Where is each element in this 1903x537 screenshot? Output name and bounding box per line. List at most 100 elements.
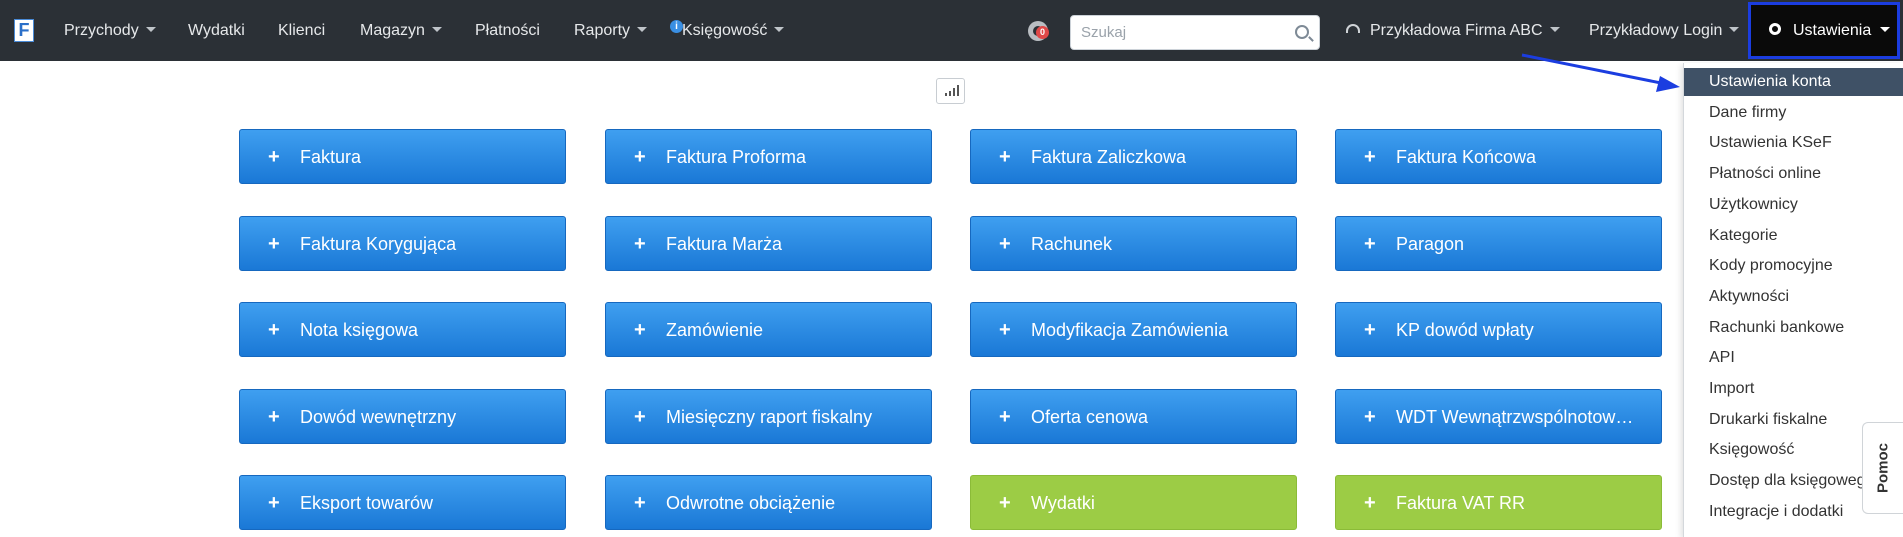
tile-label: Faktura VAT RR bbox=[1396, 493, 1526, 513]
tile-label: Faktura Proforma bbox=[666, 147, 807, 167]
chevron-down-icon bbox=[145, 27, 156, 33]
new-document-tile[interactable]: + Zamówienie bbox=[605, 302, 932, 357]
new-document-tile[interactable]: + Rachunek bbox=[970, 216, 1297, 271]
nav-ksiegowosc[interactable]: Księgowość bbox=[682, 0, 785, 61]
search-box bbox=[1070, 15, 1320, 50]
plus-icon: + bbox=[268, 406, 280, 428]
chevron-down-icon bbox=[431, 27, 442, 33]
new-document-tile[interactable]: + Dowód wewnętrzny bbox=[239, 389, 566, 444]
signal-bar-icon bbox=[945, 93, 947, 96]
search-icon[interactable] bbox=[1295, 25, 1309, 39]
tile-label: Nota księgowa bbox=[300, 320, 419, 340]
signal-toggle-button[interactable] bbox=[936, 78, 965, 104]
nav-magazyn[interactable]: Magazyn bbox=[360, 0, 442, 61]
nav-platnosci[interactable]: Płatności bbox=[475, 0, 540, 61]
tile-label: Faktura Końcowa bbox=[1396, 147, 1537, 167]
settings-menu-item[interactable]: Dane firmy bbox=[1684, 99, 1903, 127]
tile-label: Rachunek bbox=[1031, 234, 1113, 254]
tile-label: Faktura bbox=[300, 147, 362, 167]
plus-icon: + bbox=[999, 492, 1011, 514]
settings-menu-item[interactable]: Kategorie bbox=[1684, 222, 1903, 250]
plus-icon: + bbox=[634, 233, 646, 255]
plus-icon: + bbox=[1364, 146, 1376, 168]
settings-menu-item[interactable]: Kody promocyjne bbox=[1684, 252, 1903, 280]
signal-bar-icon bbox=[949, 91, 951, 96]
search-input[interactable] bbox=[1081, 16, 1281, 49]
login-menu[interactable]: Przykładowy Login bbox=[1589, 0, 1740, 61]
tile-label: Odwrotne obciążenie bbox=[666, 493, 836, 513]
plus-icon: + bbox=[999, 233, 1011, 255]
settings-menu-item[interactable]: Ustawienia konta bbox=[1684, 68, 1903, 96]
new-document-tile[interactable]: + Faktura bbox=[239, 129, 566, 184]
new-document-tile[interactable]: + Faktura Marża bbox=[605, 216, 932, 271]
chevron-down-icon bbox=[1729, 27, 1740, 33]
dashboard-icon bbox=[1346, 24, 1360, 34]
new-document-tile[interactable]: + KP dowód wpłaty bbox=[1335, 302, 1662, 357]
chevron-down-icon bbox=[637, 27, 648, 33]
company-selector[interactable]: Przykładowa Firma ABC bbox=[1346, 0, 1560, 61]
app-logo[interactable]: F bbox=[14, 19, 34, 42]
settings-menu-item[interactable]: Aktywności bbox=[1684, 283, 1903, 311]
plus-icon: + bbox=[1364, 492, 1376, 514]
plus-icon: + bbox=[1364, 406, 1376, 428]
plus-icon: + bbox=[999, 319, 1011, 341]
new-document-tile[interactable]: + Faktura Proforma bbox=[605, 129, 932, 184]
plus-icon: + bbox=[634, 406, 646, 428]
help-tab[interactable]: Pomoc bbox=[1862, 422, 1903, 514]
new-document-tile[interactable]: + Nota księgowa bbox=[239, 302, 566, 357]
plus-icon: + bbox=[268, 233, 280, 255]
tile-label: Dowód wewnętrzny bbox=[300, 407, 457, 427]
plus-icon: + bbox=[268, 492, 280, 514]
plus-icon: + bbox=[999, 146, 1011, 168]
settings-menu-item[interactable]: API bbox=[1684, 344, 1903, 372]
nav-wydatki[interactable]: Wydatki bbox=[188, 0, 245, 61]
new-document-tile[interactable]: + Miesięczny raport fiskalny bbox=[605, 389, 932, 444]
new-document-tile[interactable]: + Oferta cenowa bbox=[970, 389, 1297, 444]
tile-label: Faktura Zaliczkowa bbox=[1031, 147, 1187, 167]
plus-icon: + bbox=[634, 492, 646, 514]
new-document-tile[interactable]: + Faktura Korygująca bbox=[239, 216, 566, 271]
tile-label: Zamówienie bbox=[666, 320, 764, 340]
settings-menu-item[interactable]: Import bbox=[1684, 375, 1903, 403]
tile-label: Eksport towarów bbox=[300, 493, 434, 513]
new-document-tile[interactable]: + Faktura Zaliczkowa bbox=[970, 129, 1297, 184]
nav-przychody[interactable]: Przychody bbox=[64, 0, 156, 61]
settings-button[interactable]: Ustawienia bbox=[1748, 2, 1900, 59]
new-document-tile[interactable]: + WDT Wewnątrzwspólnotowa Dostawa Towarów bbox=[1335, 389, 1662, 444]
settings-menu-item[interactable]: Rachunki bankowe bbox=[1684, 314, 1903, 342]
new-document-tile[interactable]: + Modyfikacja Zamówienia bbox=[970, 302, 1297, 357]
nav-klienci[interactable]: Klienci bbox=[278, 0, 325, 61]
new-document-tile[interactable]: + Faktura Końcowa bbox=[1335, 129, 1662, 184]
chevron-down-icon bbox=[1880, 27, 1891, 33]
settings-menu-item[interactable]: Płatności online bbox=[1684, 160, 1903, 188]
tile-label: Faktura Korygująca bbox=[300, 234, 457, 254]
new-document-tile[interactable]: + Wydatki bbox=[970, 475, 1297, 530]
tile-label: KP dowód wpłaty bbox=[1396, 320, 1534, 340]
plus-icon: + bbox=[634, 319, 646, 341]
notification-count-badge: 0 bbox=[1036, 26, 1049, 39]
plus-icon: + bbox=[1364, 319, 1376, 341]
tile-label: Oferta cenowa bbox=[1031, 407, 1149, 427]
help-tab-label: Pomoc bbox=[1874, 442, 1892, 494]
new-document-tile[interactable]: + Paragon bbox=[1335, 216, 1662, 271]
settings-menu-item[interactable]: Ustawienia KSeF bbox=[1684, 129, 1903, 157]
settings-menu-item[interactable]: Użytkownicy bbox=[1684, 191, 1903, 219]
top-navbar: F Przychody Wydatki Klienci Magazyn Płat… bbox=[0, 0, 1903, 61]
chevron-down-icon bbox=[774, 27, 785, 33]
new-document-tile[interactable]: + Faktura VAT RR bbox=[1335, 475, 1662, 530]
signal-bar-icon bbox=[957, 85, 959, 96]
new-document-tile[interactable]: + Odwrotne obciążenie bbox=[605, 475, 932, 530]
plus-icon: + bbox=[634, 146, 646, 168]
tile-label: Modyfikacja Zamówienia bbox=[1031, 320, 1229, 340]
tile-label: Wydatki bbox=[1031, 493, 1095, 513]
tile-label: WDT Wewnątrzwspólnotowa Dostawa Towarów bbox=[1396, 407, 1662, 427]
plus-icon: + bbox=[999, 406, 1011, 428]
plus-icon: + bbox=[268, 319, 280, 341]
chevron-down-icon bbox=[1549, 27, 1560, 33]
new-document-tile[interactable]: + Eksport towarów bbox=[239, 475, 566, 530]
plus-icon: + bbox=[1364, 233, 1376, 255]
signal-bar-icon bbox=[953, 88, 955, 96]
gear-icon bbox=[1769, 22, 1781, 35]
tile-label: Faktura Marża bbox=[666, 234, 783, 254]
nav-raporty[interactable]: Raporty bbox=[574, 0, 648, 61]
